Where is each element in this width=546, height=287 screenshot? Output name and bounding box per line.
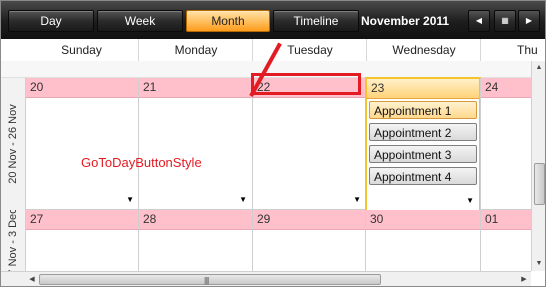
- go-to-day-button[interactable]: 28: [139, 210, 252, 230]
- scroll-down-icon[interactable]: ▼: [532, 257, 545, 271]
- day-cell-21[interactable]: 21 ▼: [138, 78, 252, 210]
- timeline-view-button[interactable]: Timeline: [273, 10, 359, 32]
- day-cell-01[interactable]: 01: [480, 210, 531, 271]
- day-number: 29: [257, 212, 271, 226]
- week-label-text: 27 Nov - 3 Dec: [7, 210, 19, 271]
- appointment-1[interactable]: Appointment 1: [369, 101, 477, 119]
- day-view-button[interactable]: Day: [8, 10, 94, 32]
- day-header-wednesday: Wednesday: [366, 39, 481, 61]
- week-label-1[interactable]: 20 Nov - 26 Nov: [1, 78, 26, 211]
- go-to-day-button[interactable]: 21: [139, 78, 252, 98]
- chevron-right-icon: ▶: [525, 16, 533, 25]
- horizontal-scroll-thumb[interactable]: ||||: [39, 274, 381, 285]
- go-to-day-button[interactable]: 29: [253, 210, 366, 230]
- day-number: 23: [371, 81, 385, 95]
- scrollbar-corner: [1, 271, 25, 286]
- day-number: 30: [370, 212, 384, 226]
- day-header-monday: Monday: [138, 39, 253, 61]
- vertical-scroll-thumb[interactable]: [534, 163, 545, 205]
- day-cell-28[interactable]: 28: [138, 210, 252, 271]
- day-number: 20: [30, 80, 44, 94]
- vertical-scrollbar[interactable]: ▲ ▼: [531, 61, 545, 271]
- month-view-button[interactable]: Month: [186, 10, 270, 32]
- week-view-button[interactable]: Week: [97, 10, 183, 32]
- go-to-day-button[interactable]: 23: [367, 79, 479, 99]
- appointment-3[interactable]: Appointment 3: [369, 145, 477, 163]
- go-to-day-button[interactable]: 27: [26, 210, 139, 230]
- grip-icon: ||||: [204, 276, 209, 285]
- day-cell-29[interactable]: 29: [252, 210, 366, 271]
- horizontal-scrollbar[interactable]: ◀ |||| ▶: [25, 271, 531, 286]
- week-label-2[interactable]: 27 Nov - 3 Dec: [1, 210, 26, 271]
- day-number: 27: [30, 212, 44, 226]
- day-cell-20[interactable]: 20 ▼: [25, 78, 139, 210]
- scheduler: Day Week Month Timeline November 2011 ◀ …: [0, 0, 546, 287]
- more-icon[interactable]: ▼: [353, 195, 361, 204]
- header-corner: [1, 39, 26, 61]
- appointment-2[interactable]: Appointment 2: [369, 123, 477, 141]
- scroll-right-icon[interactable]: ▶: [517, 272, 531, 286]
- day-header-sunday: Sunday: [61, 43, 102, 57]
- previous-button[interactable]: ◀: [468, 10, 490, 32]
- more-icon[interactable]: ▼: [466, 196, 474, 205]
- week-label-text: 20 Nov - 26 Nov: [7, 104, 19, 184]
- go-to-day-button[interactable]: 30: [366, 210, 480, 230]
- chevron-left-icon: ◀: [475, 16, 483, 25]
- callout-label: GoToDayButtonStyle: [81, 155, 202, 170]
- date-picker-button[interactable]: ▦: [494, 10, 516, 32]
- more-icon[interactable]: ▼: [126, 195, 134, 204]
- day-number: 24: [485, 80, 499, 94]
- scheduler-toolbar: Day Week Month Timeline November 2011 ◀ …: [1, 1, 545, 39]
- calendar-icon: ▦: [501, 16, 509, 25]
- go-to-day-button[interactable]: 01: [481, 210, 531, 230]
- period-label: November 2011: [361, 14, 450, 28]
- scroll-up-icon[interactable]: ▲: [532, 61, 545, 75]
- go-to-day-button[interactable]: 24: [481, 78, 531, 98]
- day-cell-27[interactable]: 27: [25, 210, 139, 271]
- go-to-day-button[interactable]: 20: [26, 78, 139, 98]
- day-number: 21: [143, 80, 157, 94]
- appointment-4[interactable]: Appointment 4: [369, 167, 477, 185]
- day-header-row: Sunday Monday Tuesday Wednesday Thu: [25, 39, 545, 62]
- scroll-left-icon[interactable]: ◀: [25, 272, 39, 286]
- day-header-thursday: Thu: [480, 39, 545, 61]
- day-cell-23-selected[interactable]: 23 Appointment 1 Appointment 2 Appointme…: [365, 77, 481, 212]
- day-number: 28: [143, 212, 157, 226]
- more-icon[interactable]: ▼: [239, 195, 247, 204]
- next-button[interactable]: ▶: [518, 10, 540, 32]
- highlight-box: [251, 73, 361, 95]
- day-cell-30[interactable]: 30: [365, 210, 480, 271]
- day-cell-22[interactable]: 22 ▼: [252, 78, 366, 210]
- day-number: 01: [485, 212, 499, 226]
- day-cell-24[interactable]: 24: [480, 78, 531, 210]
